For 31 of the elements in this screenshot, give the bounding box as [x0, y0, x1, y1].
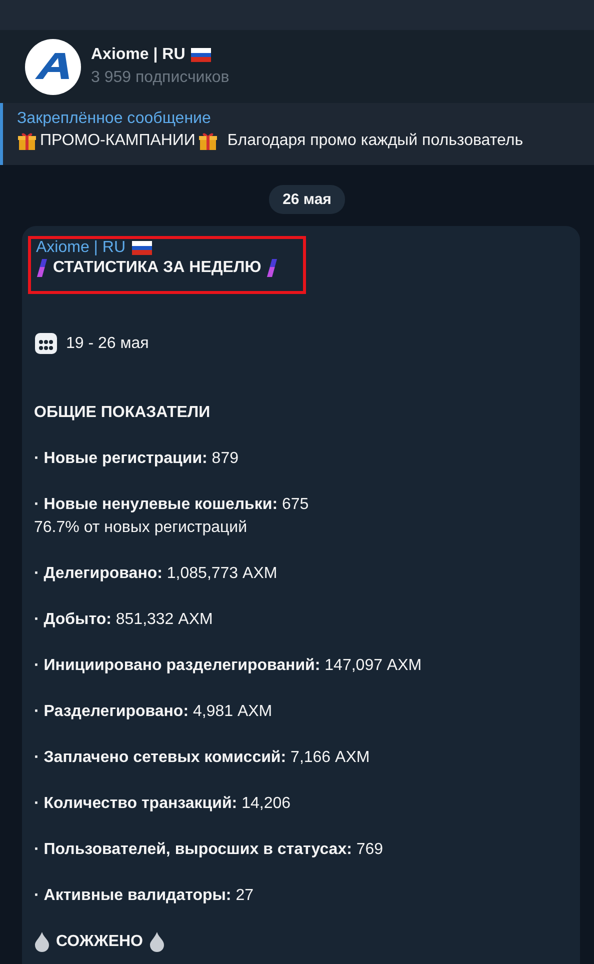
crystal-icon: [266, 259, 278, 277]
stat-line: · Пользователей, выросших в статусах: 769: [34, 840, 384, 860]
gift-icon: [17, 131, 37, 151]
pinned-message-bar[interactable]: Закреплённое сообщение ПРОМО-КАМПАНИИ Благодаря промо каждый пользователь: [0, 103, 594, 165]
stat-line: · Новые ненулевые кошельки: 675: [34, 495, 310, 515]
stat-line: · Количество транзакций: 14,206: [34, 794, 292, 814]
channel-avatar-icon[interactable]: [25, 38, 81, 94]
pinned-label: Закреплённое сообщение: [17, 110, 212, 128]
subscriber-count: 3 959 подписчиков: [91, 69, 230, 87]
section-heading: СОЖЖЕНО: [56, 932, 143, 952]
pinned-text: Благодаря промо каждый пользователь: [227, 132, 524, 150]
pinned-title: ПРОМО-КАМПАНИИ: [40, 132, 196, 150]
calendar-icon: [34, 331, 58, 355]
stat-line: · Новые регистрации: 879: [34, 449, 240, 469]
crystal-icon: [36, 259, 48, 277]
stat-line: · Активные валидаторы: 27: [34, 886, 255, 906]
stat-line: · Делегировано: 1,085,773 AXM: [34, 564, 278, 584]
gift-icon: [198, 131, 218, 151]
stat-note: 76.7% от новых регистраций: [34, 518, 248, 538]
stat-line: · Добыто: 851,332 AXM: [34, 610, 214, 630]
stat-line: · Заплачено сетевых комиссий: 7,166 AXM: [34, 748, 371, 768]
channel-name: Axiome | RU: [91, 46, 186, 64]
date-pill: 26 мая: [268, 185, 346, 214]
section-heading: ОБЩИЕ ПОКАЗАТЕЛИ: [34, 403, 212, 423]
flag-icon: [191, 48, 212, 62]
message-title: СТАТИСТИКА ЗА НЕДЕЛЮ: [53, 258, 262, 278]
stat-line: · Инициировано разделегирований: 147,097 AXM: [34, 656, 423, 676]
flag-icon: [132, 241, 152, 255]
sender-name[interactable]: Axiome | RU: [36, 239, 126, 257]
stat-line: · Разделегировано: 4,981 AXM: [34, 702, 274, 722]
date-range: 19 - 26 мая: [66, 334, 149, 354]
